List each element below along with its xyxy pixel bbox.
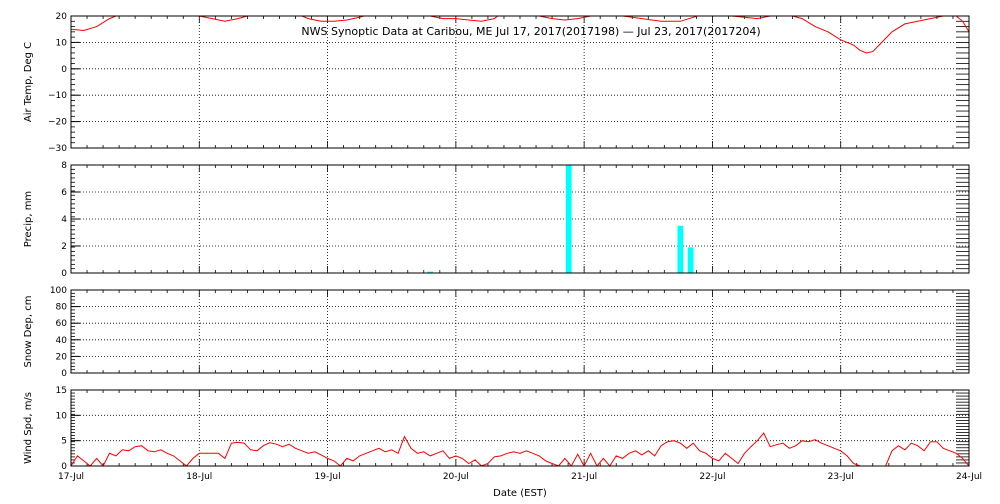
y-tick-label: 0 (61, 462, 67, 472)
y-tick-label: 0 (61, 269, 67, 279)
y-tick-label: 80 (56, 303, 68, 313)
x-tick-label: 21-Jul (571, 472, 597, 482)
chart-title: NWS Synoptic Data at Caribou, ME Jul 17,… (301, 25, 760, 38)
x-axis-title: Date (EST) (493, 488, 547, 499)
y-tick-label: 60 (56, 319, 68, 329)
x-tick-label: 17-Jul (58, 472, 84, 482)
y-tick-label: 10 (56, 38, 68, 48)
y-tick-label: 20 (56, 12, 68, 22)
y-tick-label: −10 (48, 91, 67, 101)
y-axis-title-air-temp: Air Temp, Deg C (23, 42, 34, 122)
x-tick-label: 23-Jul (828, 472, 854, 482)
y-tick-label: 40 (56, 336, 68, 346)
y-tick-label: 6 (61, 188, 67, 198)
x-tick-label: 20-Jul (443, 472, 469, 482)
y-tick-label: 100 (50, 286, 67, 296)
y-tick-label: 2 (61, 242, 67, 252)
y-tick-label: 5 (61, 437, 67, 447)
x-tick-label: 24-Jul (956, 472, 982, 482)
y-tick-label: 15 (56, 386, 67, 396)
y-tick-label: 8 (61, 161, 67, 171)
y-tick-label: −20 (48, 118, 67, 128)
chart-container: 20 10 0 −10 −20 −30 Air Temp, Deg C 8 6 4 2 0 Precip… (0, 0, 1000, 504)
y-tick-label: 0 (61, 65, 67, 75)
y-tick-label: −30 (48, 144, 67, 154)
y-axis-title-wind-speed: Wind Spd, m/s (23, 392, 34, 464)
y-tick-label: 4 (61, 215, 67, 225)
y-tick-label: 0 (61, 369, 67, 379)
x-tick-label: 18-Jul (186, 472, 212, 482)
precip-bar (677, 225, 684, 273)
y-axis-title-snow-depth: Snow Dep, cm (23, 296, 34, 368)
x-tick-label: 19-Jul (315, 472, 341, 482)
chart-svg: 20100−10−20−30Air Temp, Deg C86420Precip… (0, 0, 1000, 500)
y-tick-label: 20 (56, 352, 68, 362)
y-tick-label: 10 (56, 411, 68, 421)
chart-background (0, 0, 1000, 500)
precip-bar (687, 247, 694, 273)
x-tick-label: 22-Jul (699, 472, 725, 482)
y-axis-title-precip: Precip, mm (23, 191, 34, 247)
